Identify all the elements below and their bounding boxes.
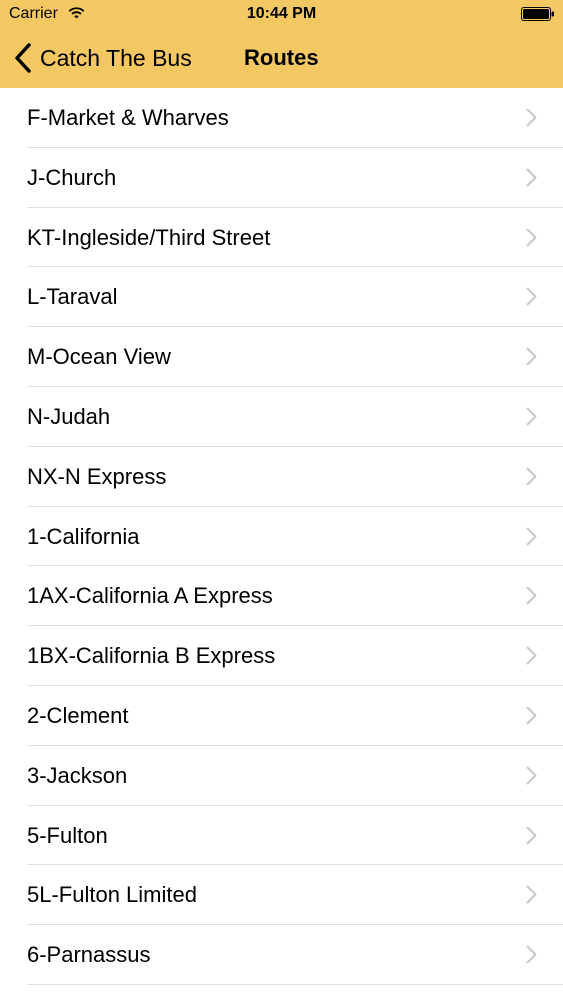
- list-item[interactable]: KT-Ingleside/Third Street: [0, 208, 563, 268]
- route-label: F-Market & Wharves: [27, 105, 229, 130]
- list-item[interactable]: 1BX-California B Express: [0, 626, 563, 686]
- chevron-right-icon: [526, 168, 537, 187]
- status-bar: Carrier 10:44 PM: [0, 0, 563, 30]
- route-list: F-Market & Wharves J-Church KT-Ingleside…: [0, 88, 563, 985]
- route-label: M-Ocean View: [27, 344, 171, 370]
- chevron-right-icon: [526, 766, 537, 785]
- chevron-right-icon: [526, 826, 537, 845]
- list-item[interactable]: F-Market & Wharves: [0, 88, 563, 148]
- list-item[interactable]: 2-Clement: [0, 686, 563, 746]
- chevron-right-icon: [526, 945, 537, 964]
- chevron-right-icon: [526, 407, 537, 426]
- header: Carrier 10:44 PM Catch The Bus Routes: [0, 0, 563, 88]
- list-item[interactable]: 6-Parnassus: [0, 925, 563, 985]
- nav-bar: Catch The Bus Routes: [0, 30, 563, 88]
- chevron-right-icon: [526, 287, 537, 306]
- battery-icon: [521, 7, 554, 21]
- route-label: NX-N Express: [27, 463, 167, 489]
- route-label: 1-California: [27, 523, 140, 549]
- clock: 10:44 PM: [246, 5, 317, 22]
- route-label: 3-Jackson: [27, 762, 128, 788]
- route-label: 1AX-California A Express: [27, 583, 273, 609]
- list-item[interactable]: 1AX-California A Express: [0, 566, 563, 626]
- list-item[interactable]: N-Judah: [0, 387, 563, 447]
- list-item[interactable]: NX-N Express: [0, 447, 563, 507]
- route-label: 1BX-California B Express: [27, 643, 276, 669]
- chevron-right-icon: [526, 467, 537, 486]
- list-item[interactable]: L-Taraval: [0, 267, 563, 327]
- list-item[interactable]: J-Church: [0, 148, 563, 208]
- chevron-right-icon: [526, 706, 537, 725]
- list-item[interactable]: 5L-Fulton Limited: [0, 865, 563, 925]
- chevron-right-icon: [526, 228, 537, 247]
- list-item[interactable]: M-Ocean View: [0, 327, 563, 387]
- route-label: 5L-Fulton Limited: [27, 882, 197, 908]
- list-item[interactable]: 1-California: [0, 507, 563, 567]
- list-item[interactable]: 3-Jackson: [0, 746, 563, 806]
- route-label: KT-Ingleside/Third Street: [27, 224, 271, 250]
- route-label: J-Church: [27, 164, 117, 190]
- chevron-right-icon: [526, 885, 537, 904]
- back-button[interactable]: Catch The Bus: [14, 40, 192, 76]
- route-label: 6-Parnassus: [27, 942, 151, 968]
- chevron-left-icon: [15, 43, 31, 73]
- list-item[interactable]: 5-Fulton: [0, 806, 563, 866]
- route-label: L-Taraval: [27, 284, 118, 310]
- page-title: Routes: [244, 45, 319, 70]
- chevron-right-icon: [526, 108, 537, 127]
- route-label: 5-Fulton: [27, 822, 108, 848]
- chevron-right-icon: [526, 646, 537, 665]
- chevron-right-icon: [526, 527, 537, 546]
- route-label: 2-Clement: [27, 702, 129, 728]
- chevron-right-icon: [526, 347, 537, 366]
- chevron-right-icon: [526, 586, 537, 605]
- back-button-label: Catch The Bus: [40, 44, 192, 71]
- route-label: N-Judah: [27, 403, 111, 429]
